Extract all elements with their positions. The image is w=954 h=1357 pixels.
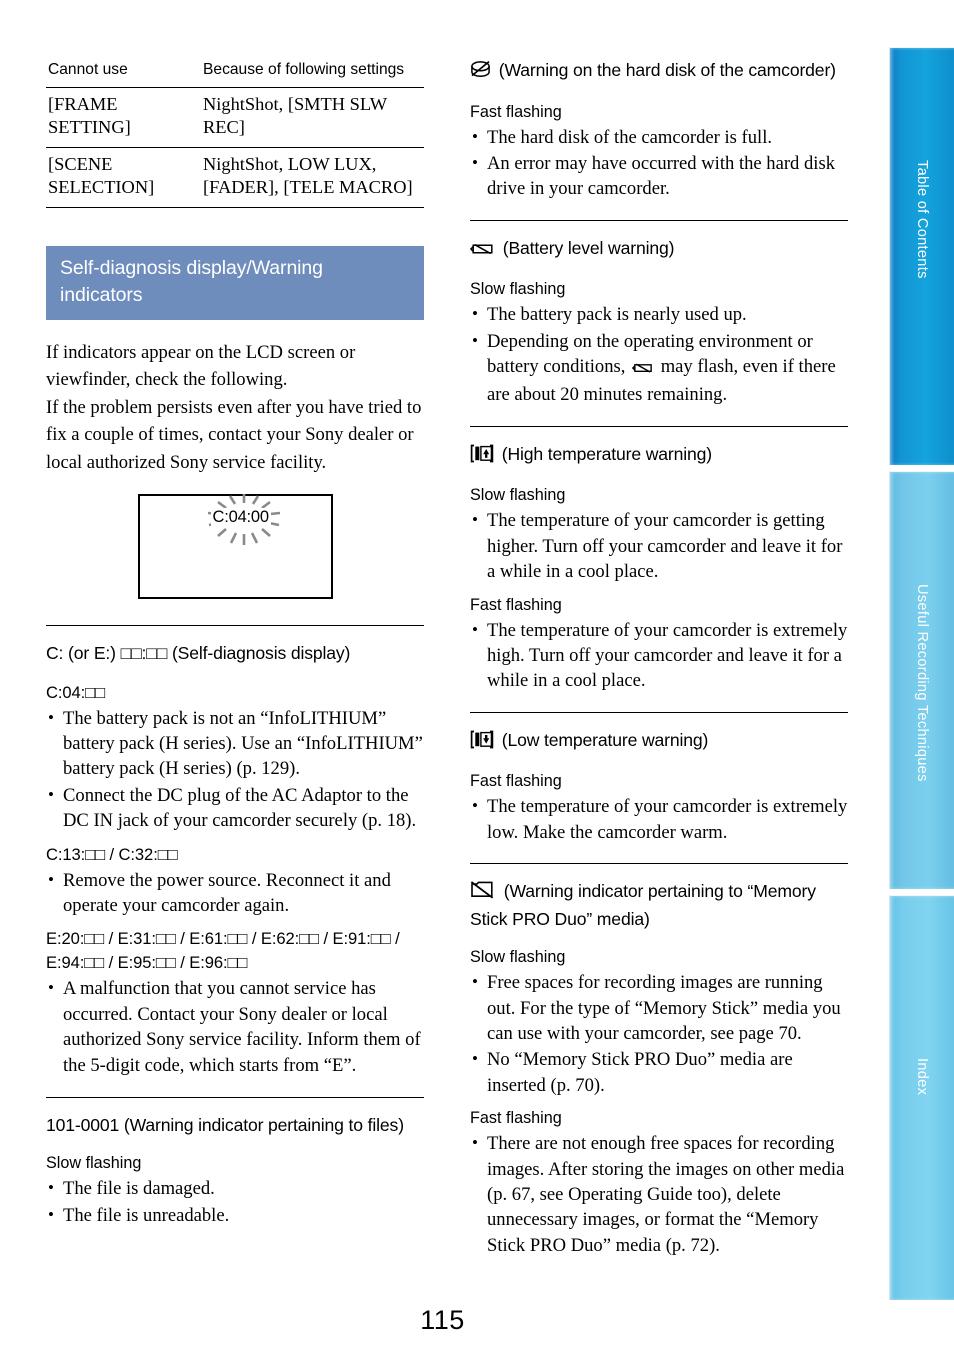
sidebar-tab-table-of-contents[interactable]: Table of Contents bbox=[889, 47, 954, 465]
restricted-settings-table: Cannot use Because of following settings… bbox=[46, 58, 424, 208]
self-diagnosis-code-display: C:04:00 bbox=[210, 508, 271, 527]
entry-heading-high-temperature-warning: (High temperature warning) bbox=[470, 442, 848, 470]
bullet-list: Free spaces for recording images are run… bbox=[470, 969, 848, 1098]
bullet-list: The temperature of your camcorder is get… bbox=[470, 507, 848, 584]
code-label: C:13:□□ / C:32:□□ bbox=[46, 844, 178, 864]
battery-level-warning-icon bbox=[469, 239, 495, 264]
entry-heading-hard-disk-warning: (Warning on the hard disk of the camcord… bbox=[470, 58, 848, 86]
sidebar-tabs: Table of Contents Useful Recording Techn… bbox=[885, 47, 954, 1300]
flash-rate-label: Slow flashing bbox=[470, 280, 566, 299]
list-item: The temperature of your camcorder is get… bbox=[470, 507, 848, 584]
table-row: [FRAME SETTING] NightShot, [SMTH SLW REC… bbox=[46, 87, 424, 148]
battery-level-warning-icon bbox=[631, 357, 654, 382]
list-item: Remove the power source. Reconnect it an… bbox=[46, 867, 424, 919]
flash-rate-label: Fast flashing bbox=[470, 102, 562, 121]
entry-heading-text: (Battery level warning) bbox=[502, 237, 675, 258]
memory-stick-warning-icon bbox=[470, 881, 496, 907]
flash-rate-label: Fast flashing bbox=[470, 595, 562, 614]
list-item: Connect the DC plug of the AC Adaptor to… bbox=[46, 782, 424, 834]
list-item: The file is damaged. bbox=[46, 1175, 424, 1201]
sidebar-tab-index[interactable]: Index bbox=[889, 895, 954, 1300]
bullet-list: The battery pack is nearly used up. Depe… bbox=[470, 301, 848, 408]
sidebar-tab-label: Index bbox=[914, 1058, 930, 1096]
cell-cannot-use: [SCENE SELECTION] bbox=[46, 147, 201, 208]
flash-rate-label: Slow flashing bbox=[470, 486, 566, 505]
list-item: No “Memory Stick PRO Duo” media are inse… bbox=[470, 1046, 848, 1098]
bullet-list: The battery pack is not an “InfoLITHIUM”… bbox=[46, 704, 424, 834]
intro-paragraph-1: If indicators appear on the LCD screen o… bbox=[46, 341, 356, 391]
section-title: Self-diagnosis display/Warning indicator… bbox=[46, 245, 424, 320]
flash-rate-label: Slow flashing bbox=[470, 948, 566, 967]
cell-because: NightShot, [SMTH SLW REC] bbox=[201, 87, 424, 148]
section-intro: If indicators appear on the LCD screen o… bbox=[46, 339, 424, 477]
bullet-list: There are not enough free spaces for rec… bbox=[470, 1130, 848, 1258]
entry-heading-file-warning: 101-0001 (Warning indicator pertaining t… bbox=[46, 1114, 404, 1135]
entry-heading-text: (Warning on the hard disk of the camcord… bbox=[498, 60, 836, 80]
high-temperature-warning-icon bbox=[470, 444, 494, 470]
bullet-list: The file is damaged. The file is unreada… bbox=[46, 1175, 424, 1228]
list-item: The hard disk of the camcorder is full. bbox=[470, 123, 848, 150]
entry-heading-text: (Warning indicator pertaining to “Memory… bbox=[470, 881, 816, 929]
entry-heading-text: (High temperature warning) bbox=[501, 443, 712, 464]
list-item: An error may have occurred with the hard… bbox=[470, 150, 848, 202]
list-item: The battery pack is not an “InfoLITHIUM”… bbox=[46, 704, 424, 782]
table-header-row: Cannot use Because of following settings bbox=[46, 58, 424, 88]
list-item: Depending on the operating environment o… bbox=[470, 328, 848, 408]
sidebar-tab-label: Useful Recording Techniques bbox=[914, 584, 930, 782]
left-column: Cannot use Because of following settings… bbox=[46, 58, 424, 1228]
entry-heading-memory-stick-warning: (Warning indicator pertaining to “Memory… bbox=[470, 879, 848, 931]
entry-heading-text: (Low temperature warning) bbox=[501, 729, 709, 750]
flash-rate-label: Fast flashing bbox=[470, 772, 562, 791]
bullet-list: A malfunction that you cannot service ha… bbox=[46, 975, 424, 1078]
list-item: There are not enough free spaces for rec… bbox=[470, 1130, 848, 1258]
low-temperature-warning-icon bbox=[470, 730, 494, 756]
cell-because: NightShot, LOW LUX, [FADER], [TELE MACRO… bbox=[201, 147, 424, 208]
entry-heading-self-diagnosis: C: (or E:) □□:□□ (Self-diagnosis display… bbox=[46, 643, 351, 663]
table-header-cannot-use: Cannot use bbox=[46, 58, 201, 88]
sidebar-tab-useful-recording-techniques[interactable]: Useful Recording Techniques bbox=[889, 471, 954, 889]
intro-paragraph-2: If the problem persists even after you h… bbox=[46, 396, 422, 473]
flash-rate-label: Slow flashing bbox=[46, 1154, 142, 1173]
list-item: A malfunction that you cannot service ha… bbox=[46, 975, 424, 1078]
bullet-list: The temperature of your camcorder is ext… bbox=[470, 793, 848, 845]
entry-heading-low-temperature-warning: (Low temperature warning) bbox=[470, 728, 848, 756]
table-header-because: Because of following settings bbox=[201, 58, 424, 88]
code-label: E:20:□□ / E:31:□□ / E:61:□□ / E:62:□□ / … bbox=[46, 929, 400, 973]
list-item: The temperature of your camcorder is ext… bbox=[470, 793, 848, 845]
bullet-list: The hard disk of the camcorder is full. … bbox=[470, 123, 848, 202]
page-number: 115 bbox=[420, 1305, 465, 1335]
right-column: (Warning on the hard disk of the camcord… bbox=[469, 58, 848, 1258]
sidebar-tab-label: Table of Contents bbox=[914, 160, 930, 279]
list-item: Free spaces for recording images are run… bbox=[470, 969, 848, 1046]
cell-cannot-use: [FRAME SETTING] bbox=[46, 87, 201, 148]
bullet-list: Remove the power source. Reconnect it an… bbox=[46, 867, 424, 919]
code-label: C:04:□□ bbox=[46, 682, 106, 702]
list-item: The battery pack is nearly used up. bbox=[470, 301, 848, 327]
list-item: The file is unreadable. bbox=[46, 1202, 424, 1228]
table-row: [SCENE SELECTION] NightShot, LOW LUX, [F… bbox=[46, 147, 424, 208]
flash-rate-label: Fast flashing bbox=[470, 1109, 562, 1128]
lcd-screen-illustration: C:04:00 bbox=[137, 494, 333, 599]
entry-heading-battery-warning: (Battery level warning) bbox=[469, 236, 848, 264]
list-item: The temperature of your camcorder is ext… bbox=[470, 617, 848, 694]
hard-disk-warning-icon bbox=[470, 60, 491, 86]
manual-page: Cannot use Because of following settings… bbox=[0, 0, 954, 1357]
bullet-list: The temperature of your camcorder is ext… bbox=[470, 617, 848, 694]
